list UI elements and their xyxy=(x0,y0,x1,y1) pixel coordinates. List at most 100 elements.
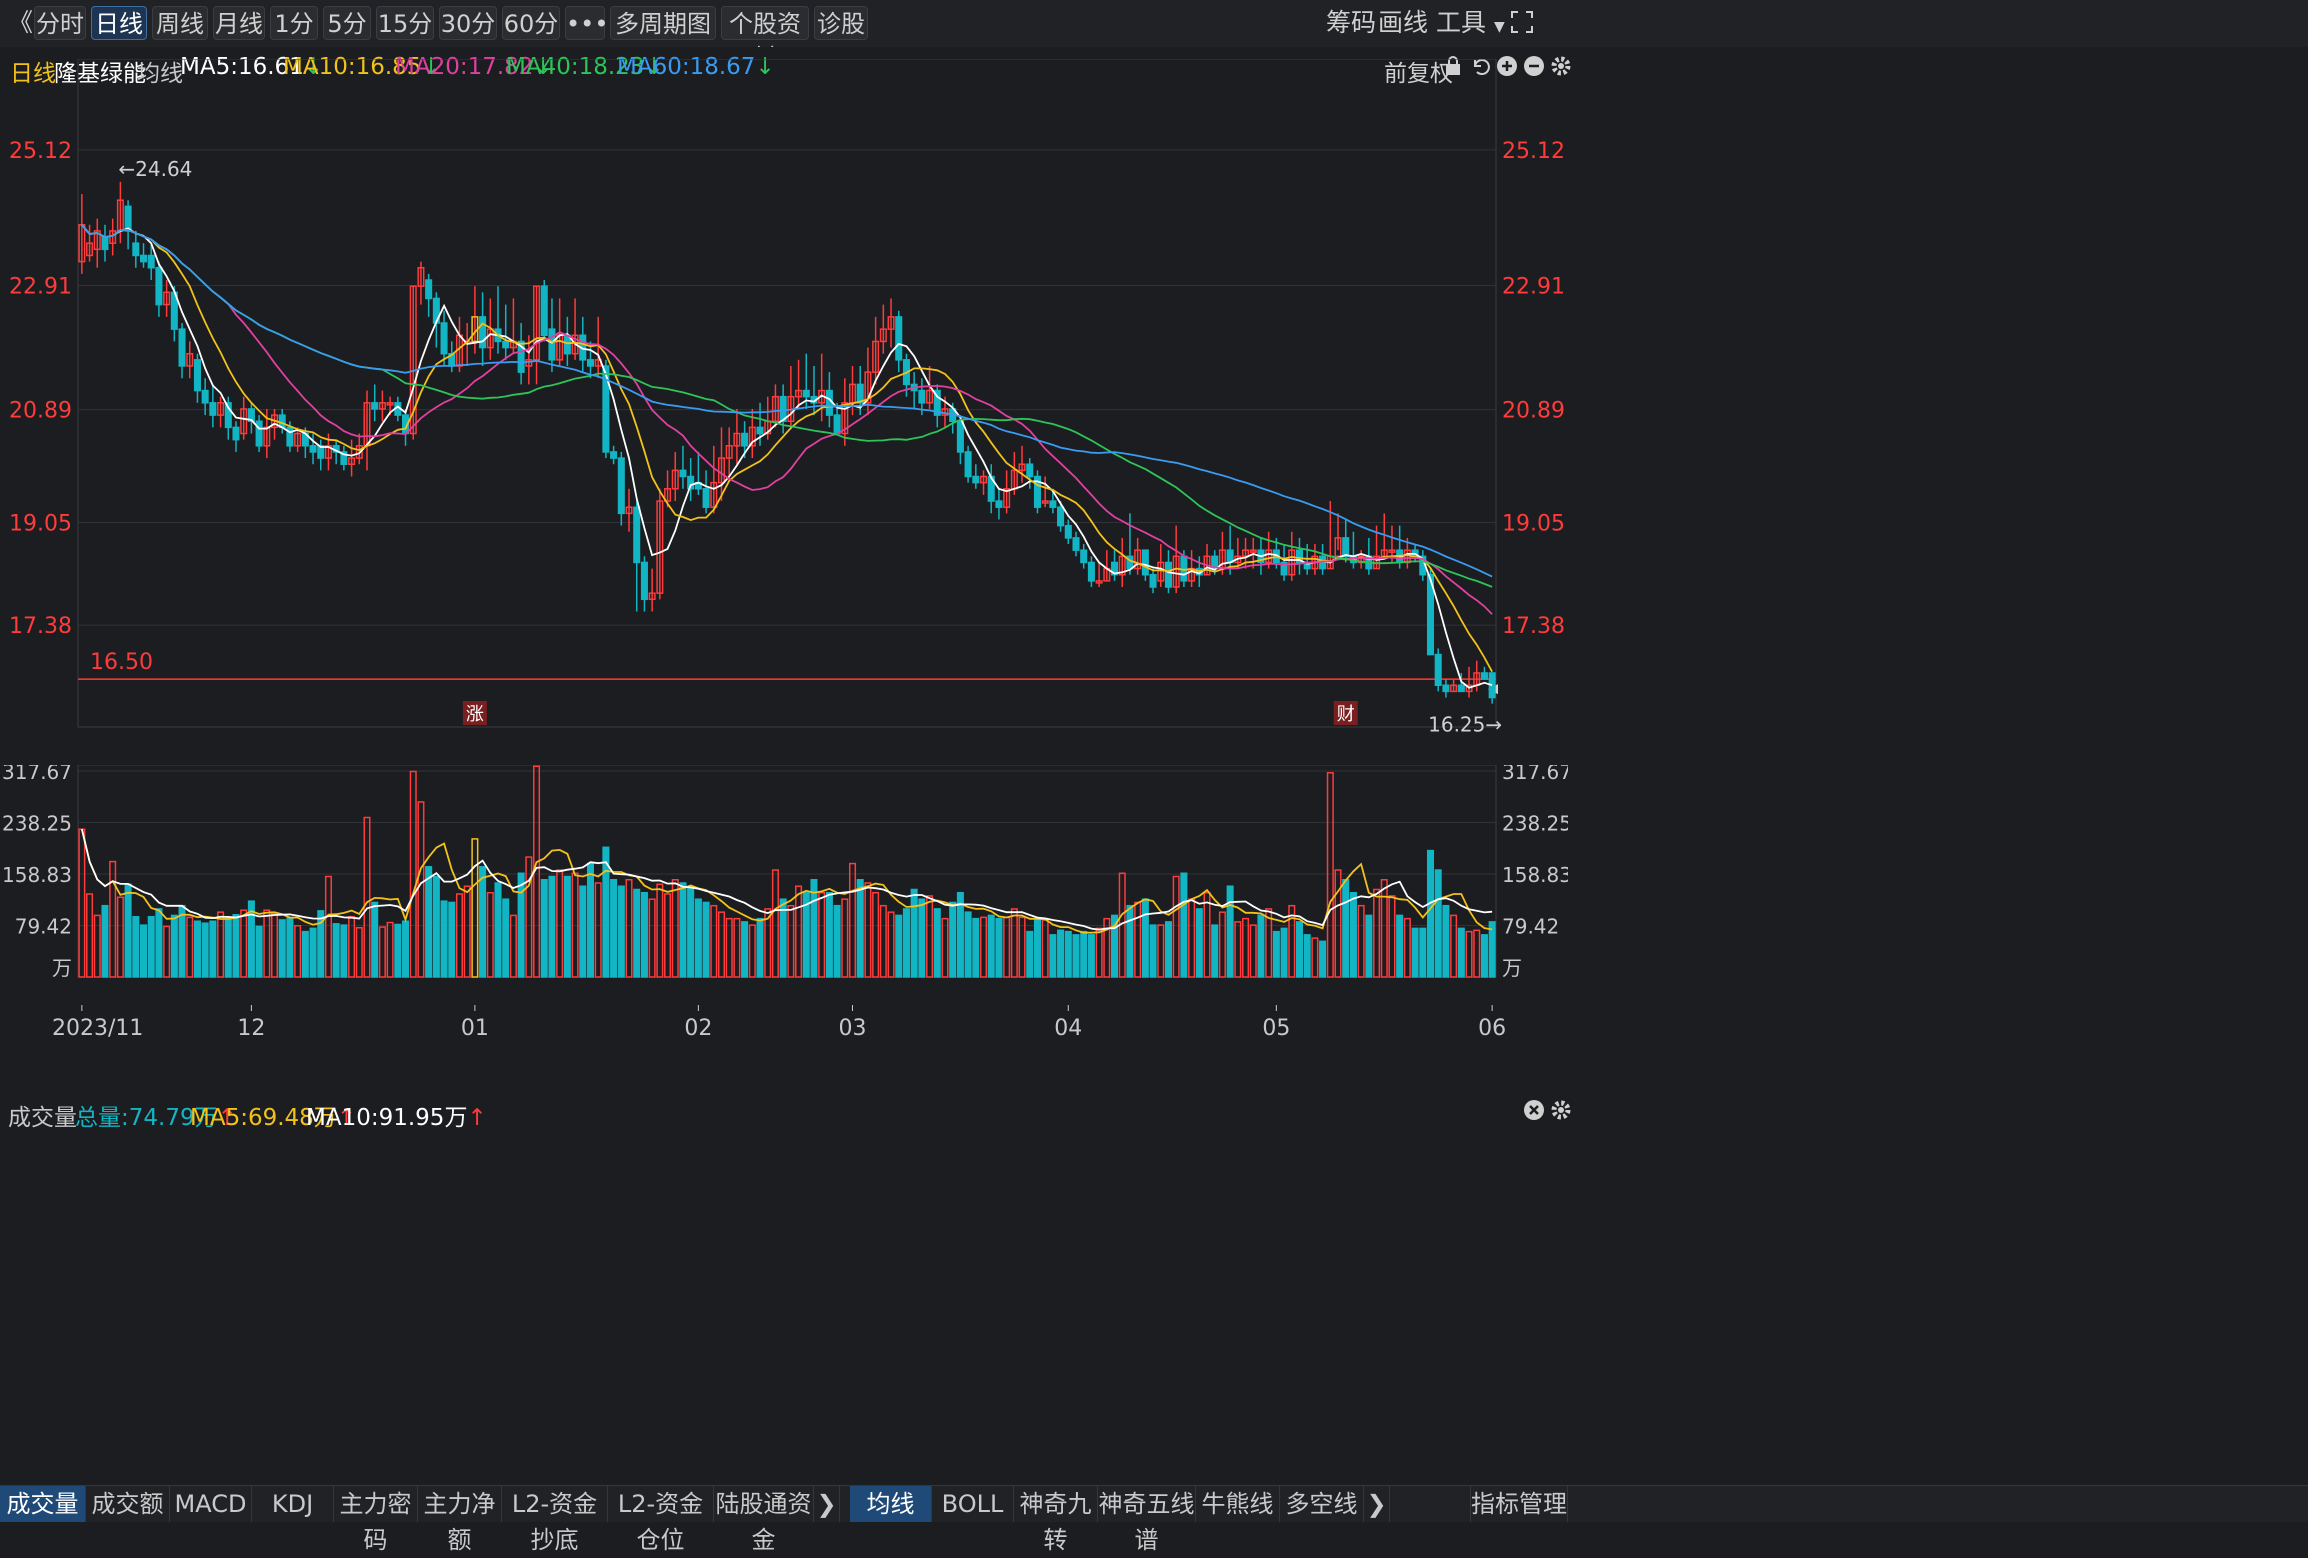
volume-bar xyxy=(818,891,826,978)
volume-bar xyxy=(440,900,448,978)
price-tick-left: 22.91 xyxy=(9,275,72,300)
volume-bar xyxy=(1465,930,1473,978)
tab-ma-overlay[interactable]: 均线 xyxy=(850,1486,932,1522)
more-periods-button[interactable]: ••• xyxy=(565,6,608,40)
volume-bar xyxy=(255,925,263,978)
volume-bar xyxy=(417,801,425,978)
tab-daily[interactable]: 日线 xyxy=(91,6,147,40)
candle xyxy=(232,426,240,441)
candle xyxy=(201,389,209,404)
tab-l2-position[interactable]: L2-资金仓位 xyxy=(608,1486,714,1554)
price-tick-left: 19.05 xyxy=(9,512,72,537)
volume-bar xyxy=(1326,772,1334,978)
volume-bar xyxy=(687,885,695,978)
chip-button[interactable]: 筹码 xyxy=(1326,6,1376,40)
tab-magic-five-lines[interactable]: 神奇五线谱 xyxy=(1098,1486,1196,1554)
x-tick-label: 04 xyxy=(1054,1016,1082,1041)
volume-bar xyxy=(1473,929,1481,978)
tab-turnover[interactable]: 成交额 xyxy=(86,1486,170,1522)
volume-bar xyxy=(109,860,117,978)
volume-bar xyxy=(1388,895,1396,978)
diagnose-button[interactable]: 诊股 xyxy=(814,6,868,40)
tools-label: 工具 xyxy=(1436,8,1487,37)
volume-bar xyxy=(610,879,618,978)
tools-dropdown[interactable]: 工具 ▼ xyxy=(1436,6,1505,40)
tab-macd[interactable]: MACD xyxy=(170,1486,252,1522)
candle xyxy=(193,359,201,392)
candle xyxy=(124,205,132,232)
candle xyxy=(964,451,972,478)
tab-volume[interactable]: 成交量 xyxy=(0,1486,86,1522)
tab-60min[interactable]: 60分 xyxy=(502,6,560,40)
tab-30min[interactable]: 30分 xyxy=(439,6,497,40)
tab-weekly[interactable]: 周线 xyxy=(152,6,208,40)
volume-bar xyxy=(926,895,934,978)
volume-bar xyxy=(494,882,502,978)
candle xyxy=(1480,672,1488,680)
tab-main-force-code[interactable]: 主力密码 xyxy=(334,1486,418,1554)
volume-bar xyxy=(1164,921,1172,978)
tab-1min[interactable]: 1分 xyxy=(270,6,318,40)
volume-bar xyxy=(579,885,587,978)
tab-long-short-line[interactable]: 多空线 xyxy=(1280,1486,1364,1522)
volume-bar xyxy=(301,930,309,978)
volume-bar xyxy=(1411,927,1419,978)
price-chart[interactable]: 25.12 25.12 22.91 22.91 20.89 20.89 19.05 19.05… xyxy=(0,59,1568,737)
volume-bar xyxy=(710,904,718,978)
tab-magic-nine[interactable]: 神奇九转 xyxy=(1014,1486,1098,1554)
volume-bar xyxy=(563,875,571,978)
volume-bar xyxy=(733,917,741,978)
volume-bar xyxy=(633,888,641,978)
volume-bar xyxy=(864,882,872,978)
volume-bar xyxy=(1141,898,1149,978)
candle xyxy=(425,279,433,300)
price-tick-right: 19.05 xyxy=(1502,512,1565,537)
volume-chart[interactable]: 317.67 317.67 238.25 238.25 158.83 158.83 79.4… xyxy=(0,765,1568,1005)
volume-bar xyxy=(1488,921,1496,978)
tab-fenshi[interactable]: 分时 xyxy=(34,6,86,40)
volume-bar xyxy=(163,925,171,978)
volume-bar xyxy=(101,904,109,978)
volume-bar xyxy=(463,885,471,978)
volume-bar xyxy=(787,904,795,978)
price-tick-left: 20.89 xyxy=(9,399,72,424)
tab-kdj[interactable]: KDJ xyxy=(252,1486,334,1522)
chevron-right-icon[interactable]: ❯ xyxy=(814,1486,840,1522)
tab-main-force-net[interactable]: 主力净额 xyxy=(418,1486,502,1554)
candle xyxy=(132,242,140,257)
multi-period-dropdown[interactable]: 多周期图 ⌵ xyxy=(610,6,716,70)
volume-bar xyxy=(124,883,132,978)
volume-bar xyxy=(887,911,895,978)
volume-bar xyxy=(1103,917,1111,978)
plot-frame xyxy=(77,59,1497,728)
volume-bar xyxy=(471,838,479,978)
tab-bull-bear-line[interactable]: 牛熊线 xyxy=(1196,1486,1280,1522)
price-tick-right: 25.12 xyxy=(1502,139,1565,164)
volume-settings-gear-icon[interactable] xyxy=(1550,1099,1572,1121)
candle xyxy=(918,389,926,404)
tab-monthly[interactable]: 月线 xyxy=(213,6,265,40)
volume-bar xyxy=(1218,911,1226,978)
x-tick-label: 02 xyxy=(684,1016,712,1041)
tab-northbound-funds[interactable]: 陆股通资金 xyxy=(714,1486,814,1554)
draw-line-button[interactable]: 画线 xyxy=(1378,6,1428,40)
tab-15min[interactable]: 15分 xyxy=(376,6,434,40)
back-button[interactable]: 《 xyxy=(8,6,33,40)
volume-bar xyxy=(193,920,201,978)
volume-bar xyxy=(425,866,433,978)
x-tick-label: 2023/11 xyxy=(52,1016,143,1041)
close-icon[interactable] xyxy=(1523,1099,1545,1121)
price-tick-right: 22.91 xyxy=(1502,275,1565,300)
fullscreen-icon[interactable] xyxy=(1510,10,1534,34)
tab-5min[interactable]: 5分 xyxy=(323,6,371,40)
volume-bar xyxy=(1419,927,1427,978)
chevron-right-icon[interactable]: ❯ xyxy=(1364,1486,1390,1522)
tab-l2-bottom-fishing[interactable]: L2-资金抄底 xyxy=(502,1486,608,1554)
stock-info-button[interactable]: 个股资料 xyxy=(721,6,809,72)
volume-bar xyxy=(1157,924,1165,978)
indicator-management-button[interactable]: 指标管理 xyxy=(1470,1486,1568,1522)
tab-boll[interactable]: BOLL xyxy=(932,1486,1014,1522)
volume-bar xyxy=(656,883,664,978)
volume-tick-left: 79.42 xyxy=(15,915,72,939)
volume-bar xyxy=(949,901,957,978)
